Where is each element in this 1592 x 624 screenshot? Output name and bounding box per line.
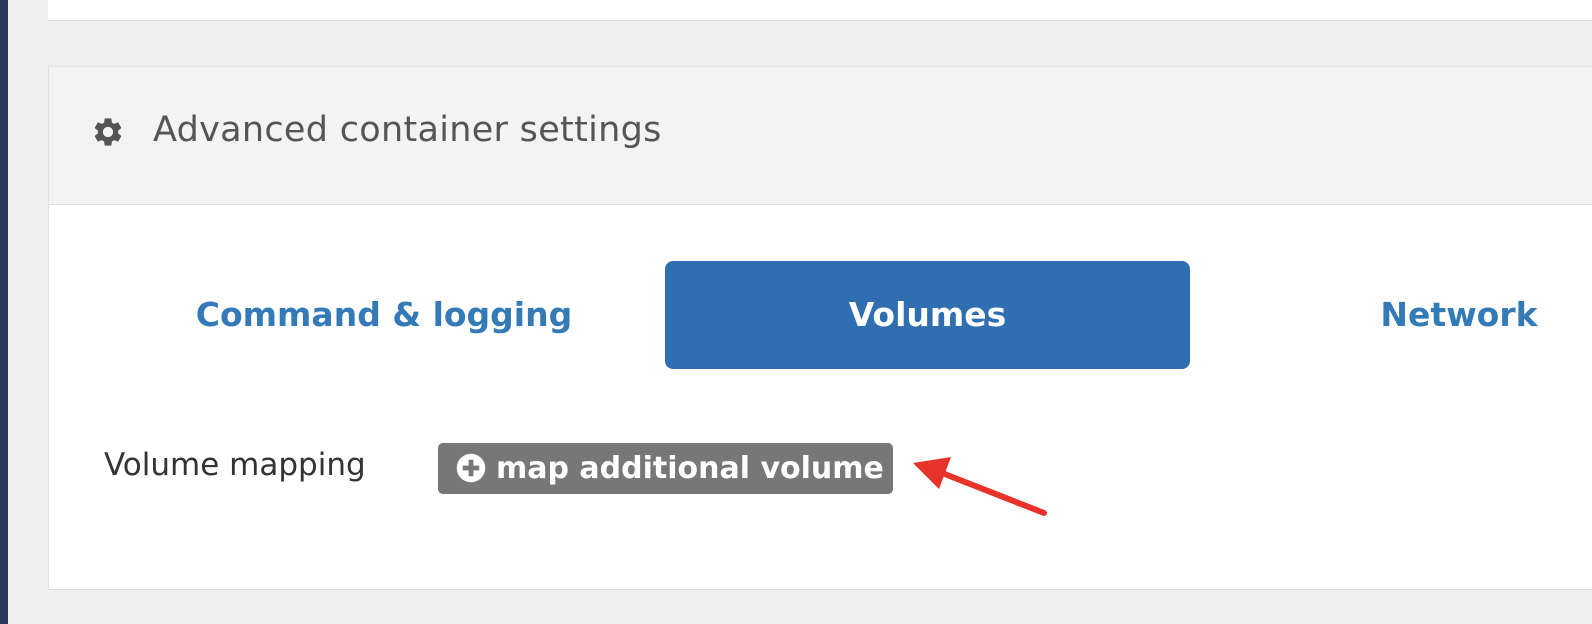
previous-panel: [48, 0, 1592, 21]
map-additional-volume-label: map additional volume: [496, 451, 884, 486]
tab-network[interactable]: Network: [1299, 261, 1592, 369]
widget-header: Advanced container settings: [49, 67, 1592, 205]
window-edge: [0, 0, 8, 624]
advanced-settings-widget: Advanced container settings Command & lo…: [48, 66, 1592, 590]
tab-volumes[interactable]: Volumes: [665, 261, 1190, 369]
plus-circle-icon: [456, 453, 486, 483]
tab-command-logging[interactable]: Command & logging: [149, 261, 619, 369]
red-arrow-icon: [913, 457, 1047, 516]
gear-icon: [94, 118, 122, 146]
map-additional-volume-button[interactable]: map additional volume: [438, 443, 893, 494]
widget-title: Advanced container settings: [153, 110, 662, 150]
volume-mapping-label: Volume mapping: [104, 447, 366, 483]
